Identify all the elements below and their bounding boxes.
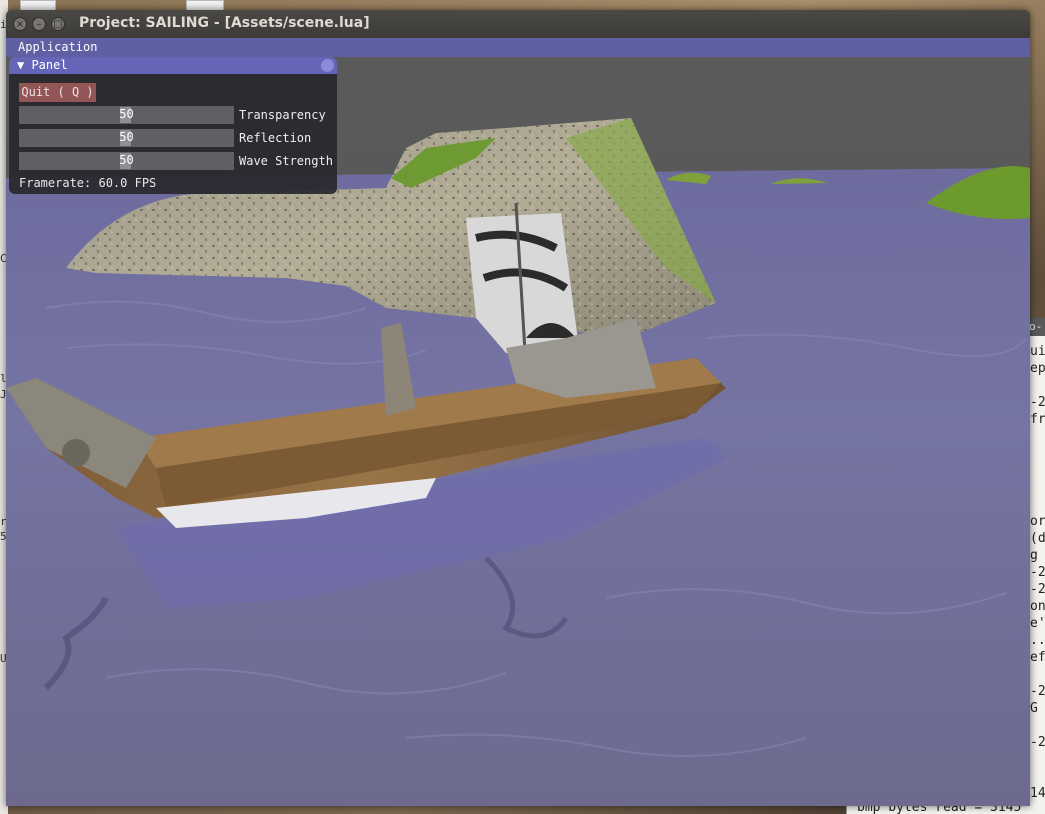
terminal-line: -2 xyxy=(1030,395,1045,410)
panel-header[interactable]: ▼ Panel xyxy=(9,57,337,74)
quit-button[interactable]: Quit ( Q ) xyxy=(19,83,96,102)
window-title: Project: SAILING - [Assets/scene.lua] xyxy=(79,15,370,31)
transparency-label: Transparency xyxy=(239,108,326,122)
panel-title: ▼ Panel xyxy=(17,58,68,72)
terminal-line: or xyxy=(1030,514,1045,529)
control-panel[interactable]: ▼ Panel Quit ( Q ) 50 Transparency 50 Re… xyxy=(9,57,337,194)
close-icon[interactable]: × xyxy=(13,17,27,31)
wave-strength-slider[interactable]: 50 xyxy=(19,152,234,170)
transparency-slider[interactable]: 50 xyxy=(19,106,234,124)
terminal-line: e' xyxy=(1030,616,1045,631)
terminal-line: 145 xyxy=(1030,786,1045,801)
title-bar[interactable]: × – □ Project: SAILING - [Assets/scene.l… xyxy=(6,10,1030,38)
terminal-line: ef xyxy=(1030,650,1045,665)
3d-viewport[interactable]: Application ▼ Panel Quit ( Q ) 50 Transp… xyxy=(6,38,1030,806)
terminal-line: on xyxy=(1030,599,1045,614)
transparency-value: 50 xyxy=(119,107,134,121)
maximize-icon[interactable]: □ xyxy=(51,17,65,31)
wave-strength-label: Wave Strength xyxy=(239,154,333,168)
terminal-line: -2 xyxy=(1030,582,1045,597)
sailing-window[interactable]: × – □ Project: SAILING - [Assets/scene.l… xyxy=(6,10,1030,806)
terminal-line: g xyxy=(1030,548,1038,563)
reflection-value: 50 xyxy=(119,130,134,144)
terminal-tab[interactable]: o- xyxy=(1029,318,1045,336)
wave-strength-value: 50 xyxy=(119,153,134,167)
reflection-slider[interactable]: 50 xyxy=(19,129,234,147)
desktop-background: i C l J r 5 U o- ui ep -2 fr or (d g -2 -2 on e'..… xyxy=(0,0,1045,814)
panel-collapse-icon[interactable] xyxy=(321,59,334,72)
menu-application[interactable]: Application xyxy=(18,40,97,54)
terminal-line: G xyxy=(1030,701,1038,716)
terminal-line: -2 xyxy=(1030,565,1045,580)
menu-bar: Application xyxy=(6,38,1030,57)
terminal-line: ui xyxy=(1030,344,1045,359)
terminal-line: -2 xyxy=(1030,684,1045,699)
terminal-line: .. xyxy=(1030,633,1045,648)
terminal-line: ep xyxy=(1030,361,1045,376)
minimize-icon[interactable]: – xyxy=(32,17,46,31)
terminal-line: (d xyxy=(1030,531,1045,546)
reflection-label: Reflection xyxy=(239,131,312,145)
terminal-line: -2 xyxy=(1030,735,1045,750)
framerate-text: Framerate: 60.0 FPS xyxy=(19,176,157,190)
terminal-line: fr xyxy=(1030,412,1045,427)
